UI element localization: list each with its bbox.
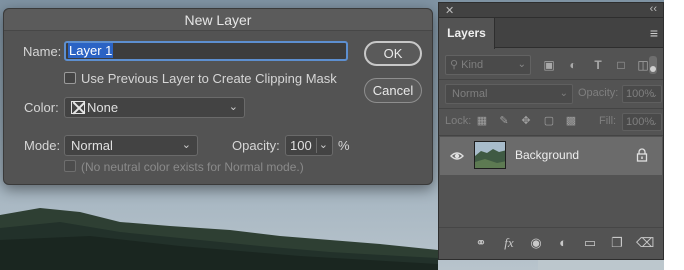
layer-name-input[interactable]: Layer 1 bbox=[64, 41, 348, 61]
shape-filter-icon[interactable]: □ bbox=[613, 57, 629, 73]
filter-kind-value: Kind bbox=[461, 59, 484, 71]
color-select[interactable]: None ⌄ bbox=[64, 97, 245, 118]
layer-thumbnail bbox=[474, 141, 506, 169]
clipping-mask-checkbox[interactable] bbox=[64, 72, 76, 84]
new-group-folder-icon[interactable]: ▭ bbox=[582, 235, 598, 251]
color-label: Color: bbox=[24, 100, 59, 115]
layers-panel: ✕ ‹‹ Layers ≡ ⚲ Kind ⌄ ▣ ◐ T □ ◫ Normal … bbox=[438, 2, 664, 260]
panel-opacity-label: Opacity: bbox=[578, 87, 619, 99]
no-color-swatch-icon bbox=[71, 101, 85, 114]
opacity-divider bbox=[316, 138, 317, 153]
chevron-down-icon: ⌄ bbox=[650, 117, 658, 127]
color-value: None bbox=[87, 100, 119, 115]
tab-layers[interactable]: Layers bbox=[439, 18, 495, 49]
eye-icon[interactable] bbox=[450, 149, 464, 163]
type-filter-icon[interactable]: T bbox=[590, 57, 606, 73]
lock-artboard-icon: ▢ bbox=[543, 115, 555, 127]
collapse-icon[interactable]: ‹‹ bbox=[650, 3, 657, 15]
filter-kind-select[interactable]: ⚲ Kind ⌄ bbox=[445, 55, 531, 75]
chevron-down-icon[interactable]: ⌄ bbox=[319, 136, 328, 155]
add-mask-icon[interactable]: ◉ bbox=[528, 235, 544, 251]
panel-tabbar: Layers ≡ bbox=[439, 18, 663, 49]
pixel-filter-icon[interactable]: ▣ bbox=[541, 57, 557, 73]
layer-style-fx-icon[interactable]: fx bbox=[501, 235, 517, 251]
trash-icon[interactable]: ⌫ bbox=[636, 235, 654, 251]
clipping-mask-label: Use Previous Layer to Create Clipping Ma… bbox=[81, 71, 337, 86]
lock-all-icon: ▩ bbox=[565, 115, 577, 127]
opacity-label: Opacity: bbox=[232, 138, 280, 153]
layer-name-value: Layer 1 bbox=[68, 43, 114, 58]
neutral-color-checkbox bbox=[64, 160, 76, 172]
adjustment-layer-icon[interactable]: ◐ bbox=[555, 235, 571, 251]
divider bbox=[439, 108, 663, 109]
mode-label: Mode: bbox=[24, 138, 61, 153]
panel-opacity-input: 100% ⌄ bbox=[622, 85, 662, 103]
fill-input: 100% ⌄ bbox=[622, 113, 662, 131]
mode-select[interactable]: Normal ⌄ bbox=[64, 135, 198, 156]
mode-value: Normal bbox=[71, 138, 113, 153]
lock-label: Lock: bbox=[445, 115, 472, 127]
chevron-down-icon: ⌄ bbox=[517, 59, 526, 70]
opacity-input[interactable]: 100 ⌄ bbox=[285, 135, 333, 156]
lock-transparent-icon: ▦ bbox=[476, 115, 488, 127]
layer-name: Background bbox=[515, 148, 580, 162]
new-layer-icon[interactable]: ❐ bbox=[609, 235, 625, 251]
canvas-edge bbox=[664, 0, 684, 270]
layer-row-background[interactable]: Background bbox=[440, 137, 662, 175]
divider bbox=[439, 79, 663, 80]
opacity-value: 100 bbox=[290, 138, 312, 153]
fill-label: Fill: bbox=[599, 115, 617, 127]
chevron-down-icon: ⌄ bbox=[228, 101, 238, 113]
dialog-title: New Layer bbox=[4, 9, 432, 31]
blend-mode-select: Normal ⌄ bbox=[445, 84, 573, 104]
chevron-down-icon: ⌄ bbox=[650, 89, 658, 99]
lock-image-brush-icon: ✎ bbox=[499, 115, 509, 127]
close-icon[interactable]: ✕ bbox=[445, 4, 454, 17]
lock-icon bbox=[636, 148, 648, 162]
blend-mode-value: Normal bbox=[452, 88, 488, 100]
name-label: Name: bbox=[23, 44, 62, 59]
adjustment-filter-icon[interactable]: ◐ bbox=[565, 57, 581, 73]
divider bbox=[439, 135, 663, 136]
search-icon: ⚲ bbox=[450, 59, 459, 71]
panel-titlebar: ✕ ‹‹ bbox=[439, 3, 663, 18]
chevron-down-icon: ⌄ bbox=[181, 139, 191, 151]
neutral-color-label: (No neutral color exists for Normal mode… bbox=[81, 160, 304, 174]
link-layers-icon[interactable]: ⚭ bbox=[473, 235, 489, 251]
panel-menu-icon[interactable]: ≡ bbox=[650, 25, 658, 41]
new-layer-dialog: New Layer Name: Layer 1 OK Cancel Use Pr… bbox=[3, 8, 433, 185]
panel-footer: ⚭ fx ◉ ◐ ▭ ❐ ⌫ bbox=[439, 227, 663, 257]
lock-position-move-icon: ✥ bbox=[521, 115, 531, 127]
ok-button[interactable]: OK bbox=[364, 41, 422, 66]
chevron-down-icon: ⌄ bbox=[559, 88, 568, 99]
filter-toggle[interactable] bbox=[649, 56, 657, 74]
opacity-unit: % bbox=[338, 138, 350, 153]
cancel-button[interactable]: Cancel bbox=[364, 78, 422, 103]
